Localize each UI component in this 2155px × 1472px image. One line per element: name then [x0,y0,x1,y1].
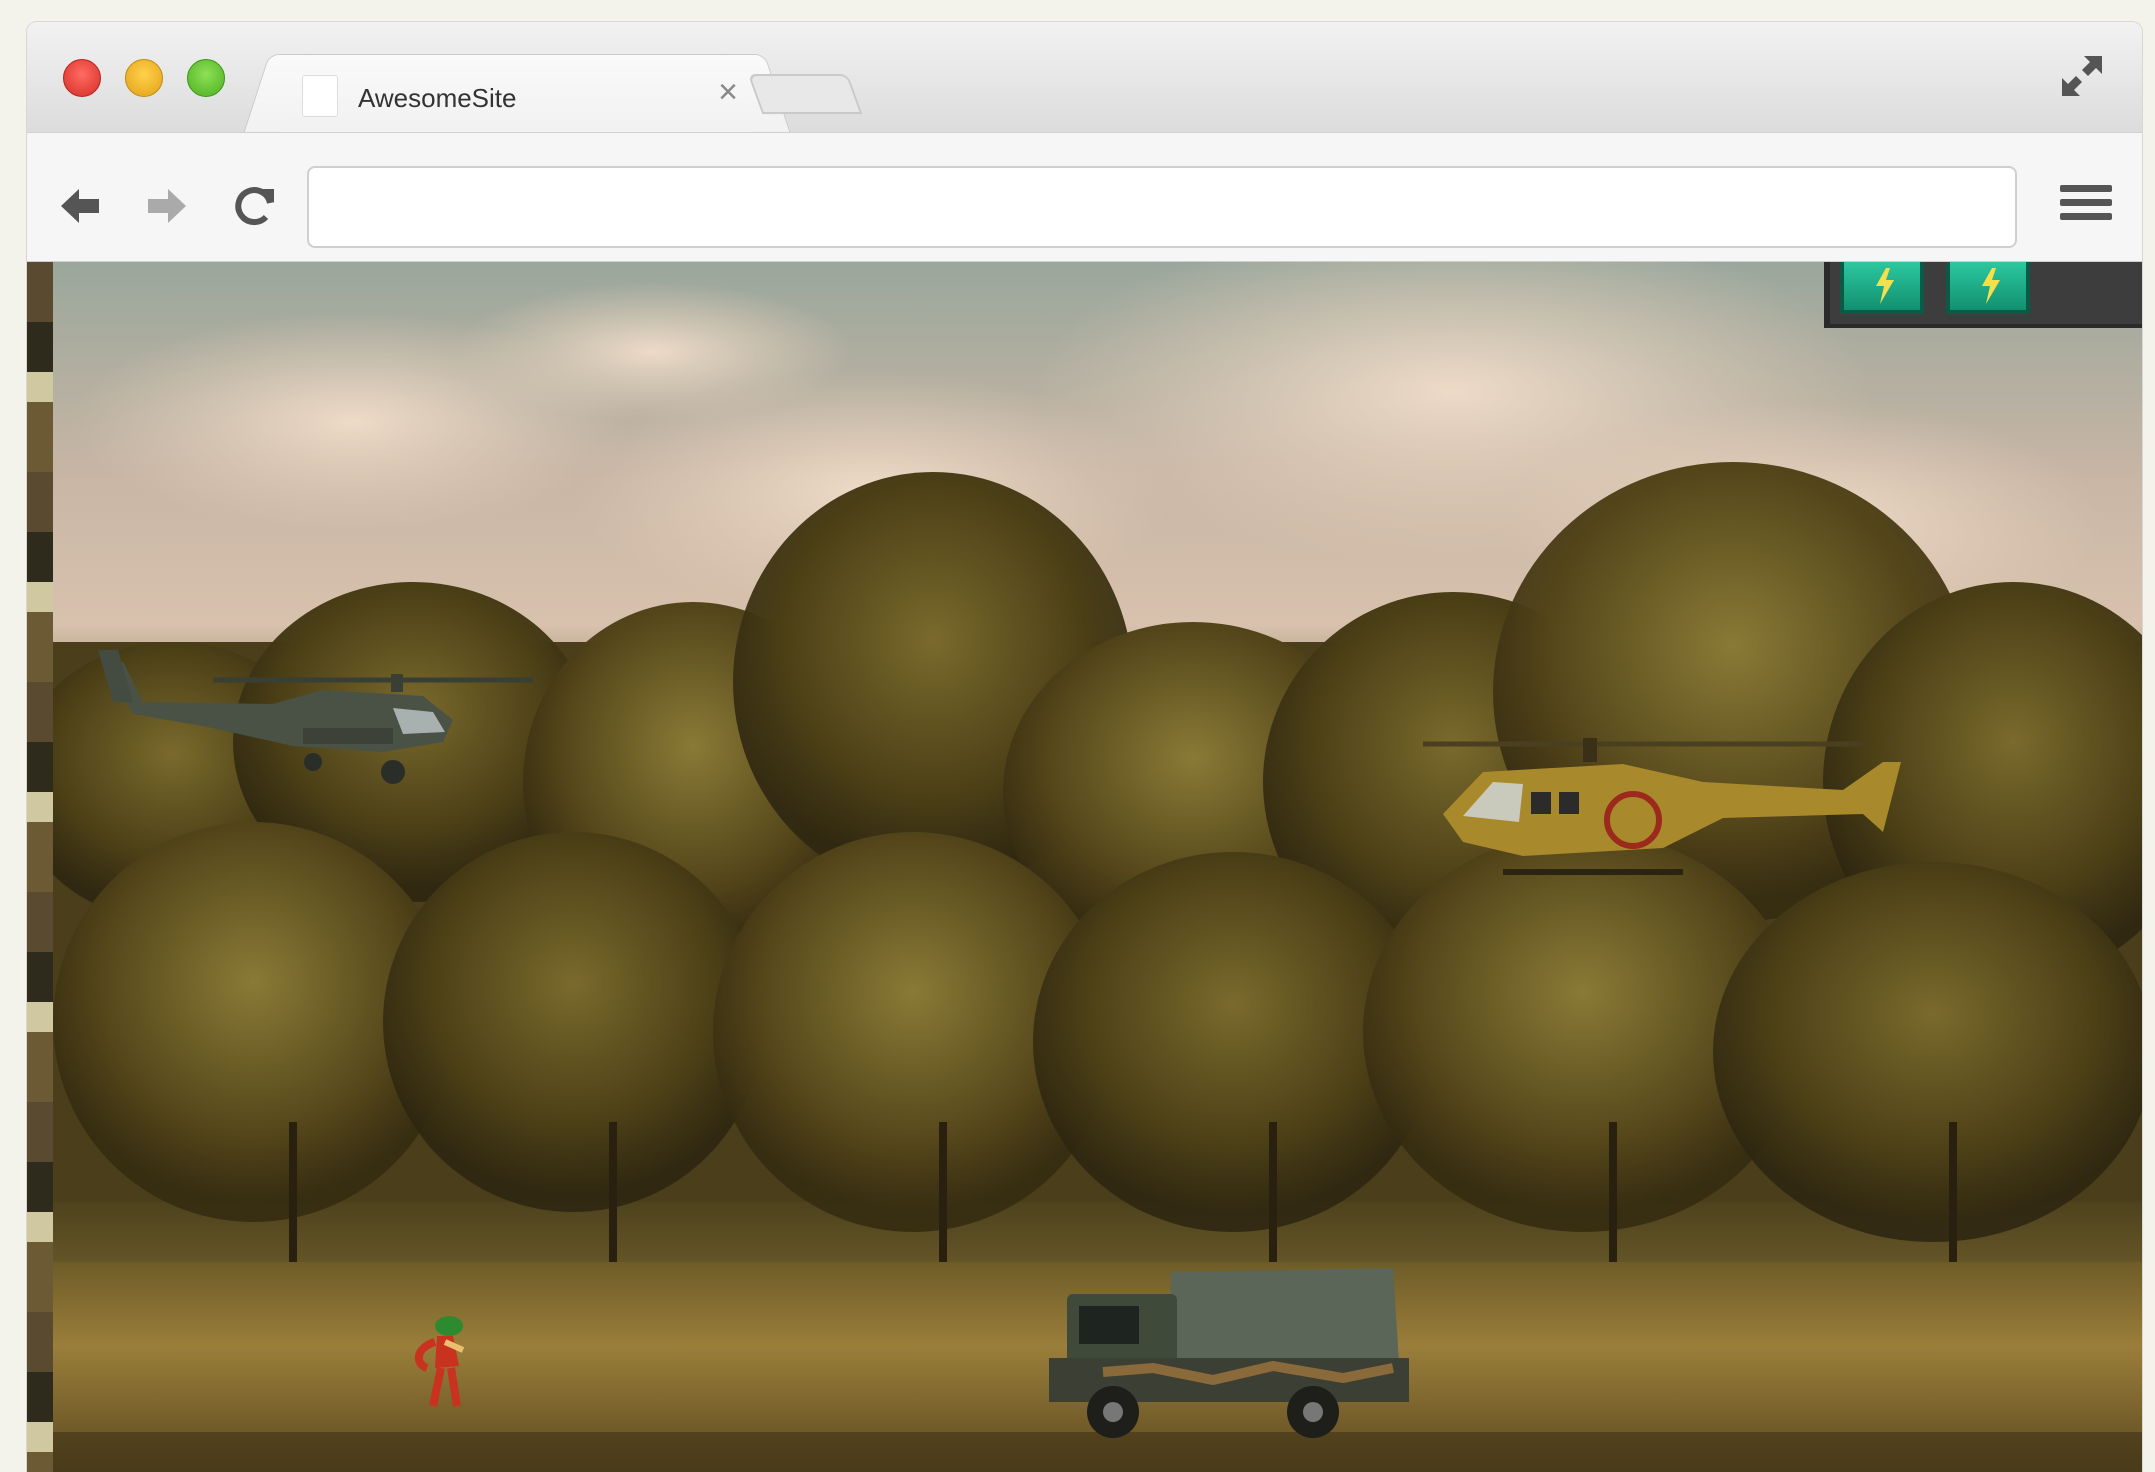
address-bar[interactable] [307,166,2017,248]
camo-border [27,262,53,1472]
forward-arrow-icon[interactable] [142,181,192,231]
soldier [414,1316,465,1407]
civil-helicopter [1423,738,1901,875]
powerup-slot-1[interactable] [1840,262,1924,314]
page-icon [302,75,338,117]
tab-title: AwesomeSite [358,83,517,113]
attack-helicopter [98,650,533,784]
reload-icon[interactable] [230,181,280,231]
menu-icon[interactable] [2060,185,2112,227]
powerup-panel [1824,262,2142,328]
minimize-window-button[interactable] [125,59,163,97]
navigation-toolbar [27,132,2142,262]
new-tab-button[interactable] [747,74,863,114]
lightning-icon [1876,268,1894,304]
lightning-icon [1982,268,2000,304]
close-window-button[interactable] [63,59,101,97]
back-arrow-icon[interactable] [55,181,105,231]
title-bar: AwesomeSite × [27,22,2142,132]
zoom-window-button[interactable] [187,59,225,97]
browser-tab[interactable]: AwesomeSite × [277,54,757,132]
army-truck [1049,1268,1409,1438]
browser-window: AwesomeSite × [27,22,2142,1472]
game-canvas[interactable] [27,262,2142,1472]
game-scene [53,262,2142,1472]
powerup-slot-2[interactable] [1946,262,2030,314]
close-tab-icon[interactable]: × [718,73,738,111]
fullscreen-icon[interactable] [2058,52,2106,100]
